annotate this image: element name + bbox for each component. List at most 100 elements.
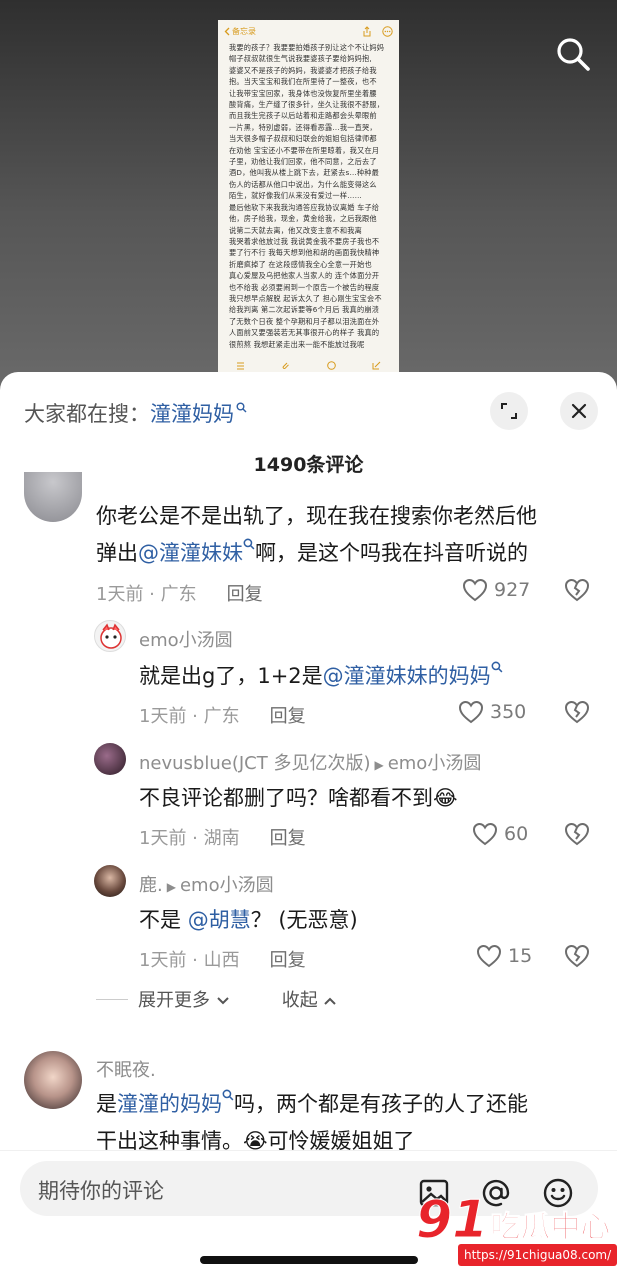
laugh-cry-emoji-icon: 😂 xyxy=(433,786,458,810)
reply-button[interactable]: 回复 xyxy=(270,824,306,850)
chevron-down-icon xyxy=(217,997,229,1005)
comment-text: 不良评论都删了吗？啥都看不到😂 xyxy=(139,780,458,817)
commenter-name-text: nevusblue(JCT 多见亿次版) xyxy=(139,753,371,774)
notes-line: 给我判离 第二次起诉要等6个月后 我真的崩溃 xyxy=(229,305,380,315)
mention-link[interactable]: @潼潼妹妹的妈妈 xyxy=(323,664,491,688)
comment-time-location: 1天前 · 广东 xyxy=(139,706,240,727)
avatar[interactable] xyxy=(94,865,126,897)
commenter-name[interactable]: emo小汤圆 xyxy=(139,626,233,652)
notes-line: 而且我生完孩子以后站着和走路都会头晕眼前 xyxy=(229,111,377,121)
like-button[interactable]: 350 xyxy=(458,700,526,724)
notes-line: 要了行不行 我每天想到他和胡的画面我快精神 xyxy=(229,248,380,258)
trending-keyword[interactable]: 潼潼妈妈 xyxy=(150,398,234,428)
chevron-left-icon xyxy=(224,27,230,35)
comment-text: 是潼潼的妈妈 吗，两个都是有孩子的人了还能 干出这种事情。😭可怜媛媛姐姐了 xyxy=(96,1086,528,1160)
notes-line: 很煎熬 我想赶紧走出来一能不能放过我呢 xyxy=(229,339,365,349)
commenter-name-text: 鹿. xyxy=(139,875,163,896)
notes-line: 陌生，就好像我们从来没有爱过一样…… xyxy=(229,191,362,201)
avatar[interactable] xyxy=(94,620,126,652)
avatar[interactable] xyxy=(24,472,82,522)
search-small-icon xyxy=(222,1089,234,1101)
trending-search[interactable]: 大家都在搜： 潼潼妈妈 xyxy=(24,398,247,428)
comment-text-part: ？ (无恶意) xyxy=(250,908,358,932)
video-area[interactable]: 备忘录 我要的孩子？我要要拍婚孩子别让这个不让妈妈 帽子叔叔就很生气说我要婆孩子… xyxy=(0,0,617,390)
search-icon[interactable] xyxy=(553,34,593,74)
comment-time-location: 1天前 · 湖南 xyxy=(139,828,240,849)
expand-button[interactable] xyxy=(490,392,528,430)
like-button[interactable]: 15 xyxy=(476,944,532,968)
comment-text-part: 是 xyxy=(96,1092,117,1116)
notes-line: 他，房子给我，现金，黄金给我，之后我跟他 xyxy=(229,214,377,224)
reply-arrow-icon: ▶ xyxy=(374,758,384,772)
notes-body: 我要的孩子？我要要拍婚孩子别让这个不让妈妈 帽子叔叔就很生气说我要婆孩子要给妈妈… xyxy=(218,42,399,360)
dislike-icon[interactable] xyxy=(564,578,590,602)
comment-text-part: 不良评论都删了吗？啥都看不到 xyxy=(139,786,433,810)
mention-link[interactable]: @潼潼妹妹 xyxy=(138,541,243,565)
like-button[interactable]: 60 xyxy=(472,822,528,846)
avatar[interactable] xyxy=(24,1051,82,1109)
like-count: 927 xyxy=(494,579,531,601)
mention-link[interactable]: 潼潼的妈妈 xyxy=(117,1092,222,1116)
share-icon xyxy=(363,25,371,36)
comment-text-part: 弹出 xyxy=(96,541,138,565)
heart-icon xyxy=(472,822,498,846)
reply-arrow-icon: ▶ xyxy=(166,880,176,894)
divider-line xyxy=(96,998,128,1000)
dislike-icon[interactable] xyxy=(564,700,590,724)
commenter-name[interactable]: 不眠夜. xyxy=(96,1056,156,1082)
commenter-name[interactable]: 鹿. ▶ emo小汤圆 xyxy=(139,871,274,897)
like-count: 350 xyxy=(490,701,527,723)
avatar[interactable] xyxy=(94,743,126,775)
comment-text: 不是 @胡慧？ (无恶意) xyxy=(139,902,358,939)
watermark-url: https://91chigua08.com/ xyxy=(458,1244,617,1266)
home-indicator[interactable] xyxy=(200,1256,418,1264)
notes-line: 抱。当天宝宝和我们在所里待了一整夜，也不 xyxy=(229,77,377,87)
watermark-logo-number: 91 xyxy=(415,1190,489,1250)
dislike-icon[interactable] xyxy=(564,822,590,846)
comment-text-part: 就是出g了，1+2是 xyxy=(139,664,323,688)
expand-more-button[interactable]: 展开更多 xyxy=(138,986,230,1012)
collapse-label: 收起 xyxy=(281,990,318,1011)
notes-back-label: 备忘录 xyxy=(232,26,256,36)
comment-sheet: 大家都在搜： 潼潼妈妈 1490条评论 你老公是不是出轨了，现在我在搜索你老然后… xyxy=(0,372,617,1280)
pen-circle-icon xyxy=(326,360,336,370)
notes-line: 婆婆又不是孩子的妈妈，我婆婆才把孩子给我 xyxy=(229,65,377,75)
expand-icon xyxy=(501,403,517,419)
watermark-logo-text: 吃瓜中心 xyxy=(490,1210,611,1246)
more-circle-icon xyxy=(382,25,393,37)
close-button[interactable] xyxy=(560,392,598,430)
notes-back: 备忘录 xyxy=(224,26,256,37)
heart-icon xyxy=(476,944,502,968)
watermark-logo: 91 吃瓜中心 xyxy=(415,1190,611,1250)
notes-line: 说第二天就去离，他又改变主意不和我离 xyxy=(229,225,362,235)
notes-line: 让我带宝宝回家，我身体也没恢复所里坐着腰 xyxy=(229,88,377,98)
collapse-button[interactable]: 收起 xyxy=(282,986,338,1012)
trending-prefix: 大家都在搜： xyxy=(24,402,150,426)
comment-text: 就是出g了，1+2是@潼潼妹妹的妈妈 xyxy=(139,658,503,695)
like-button[interactable]: 927 xyxy=(462,578,530,602)
comment-time-location: 1天前 · 山西 xyxy=(139,950,240,971)
comment-count: 1490条评论 xyxy=(253,454,364,476)
notes-line: 一片黑，特别虚弱，还得看恶露…我一直哭， xyxy=(229,122,377,132)
watermark: 91 吃瓜中心 https://91chigua08.com/ xyxy=(415,1190,617,1272)
reply-button[interactable]: 回复 xyxy=(227,580,263,606)
notes-screenshot: 备忘录 我要的孩子？我要要拍婚孩子别让这个不让妈妈 帽子叔叔就很生气说我要婆孩子… xyxy=(218,20,399,372)
replies-controls: 展开更多 收起 xyxy=(96,986,337,1012)
notes-line: 真心爱屋及乌把他家人当家人的 连个体面分开 xyxy=(229,271,380,281)
reply-button[interactable]: 回复 xyxy=(270,702,306,728)
search-small-icon xyxy=(491,661,503,673)
comment-meta: 1天前 · 山西 回复 xyxy=(139,946,306,972)
search-small-icon xyxy=(243,538,255,550)
reply-button[interactable]: 回复 xyxy=(270,946,306,972)
notes-line: 酸背痛，生产缝了很多针，坐久让我很不舒服， xyxy=(229,100,385,110)
notes-line: 在劝他 宝宝还小不要带在所里晾着，我又在月 xyxy=(229,145,380,155)
dislike-icon[interactable] xyxy=(564,944,590,968)
mention-link[interactable]: @胡慧 xyxy=(188,908,251,932)
notes-line: 我要的孩子？我要要拍婚孩子别让这个不让妈妈 xyxy=(229,43,385,52)
comment-text-line: 你老公是不是出轨了，现在我在搜索你老然后他 xyxy=(96,504,537,528)
notes-line: 我哭着求他放过我 我说黄金我不要房子我也不 xyxy=(229,236,380,246)
commenter-name[interactable]: nevusblue(JCT 多见亿次版) ▶ emo小汤圆 xyxy=(139,749,481,775)
expand-more-label: 展开更多 xyxy=(138,990,210,1011)
notes-line: 最后他软下来我我沟通答应我协议离婚 车子给 xyxy=(229,202,380,212)
cartoon-avatar-icon xyxy=(100,623,122,649)
